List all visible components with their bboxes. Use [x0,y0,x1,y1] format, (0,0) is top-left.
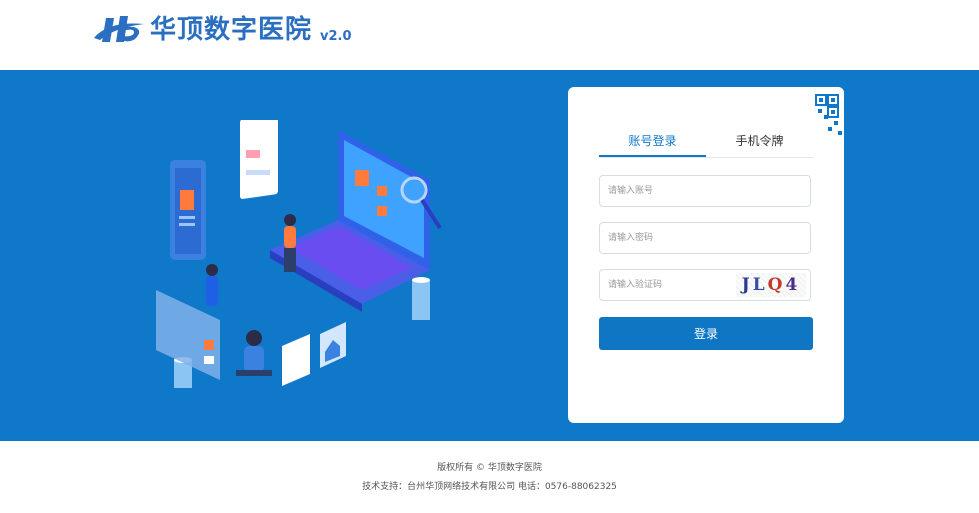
username-field [599,175,811,207]
captcha-char: J [741,275,753,295]
footer: 版权所有 © 华顶数字医院 技术支持：台州华顶网络技术有限公司 电话：0576-… [0,441,979,513]
captcha-field: J L Q 4 [599,269,811,301]
password-field [599,222,811,254]
password-input[interactable] [600,223,810,253]
copyright-text: 版权所有 © 华顶数字医院 [437,463,542,473]
login-tabs: 账号登录 手机令牌 [599,131,813,158]
tab-account-login[interactable]: 账号登录 [599,131,706,157]
logo-title: 华顶数字医院 [150,15,313,45]
captcha-char: 4 [785,275,801,295]
hero-illustration [156,120,442,388]
captcha-char: Q [767,275,786,295]
login-button[interactable]: 登录 [599,317,813,350]
tab-phone-token[interactable]: 手机令牌 [706,131,813,157]
captcha-image[interactable]: J L Q 4 [736,273,806,297]
username-input[interactable] [600,176,810,206]
logo: 华顶数字医院 v2.0 [92,12,352,48]
tech-support-text: 技术支持：台州华顶网络技术有限公司 电话：0576-88062325 [362,482,617,492]
captcha-input[interactable] [600,270,730,300]
hospital-logo-icon [94,16,144,42]
captcha-char: L [752,275,768,295]
version-badge: v2.0 [320,29,352,44]
login-card: 账号登录 手机令牌 J L Q 4 登录 [568,87,844,423]
header: 华顶数字医院 v2.0 [0,0,979,70]
